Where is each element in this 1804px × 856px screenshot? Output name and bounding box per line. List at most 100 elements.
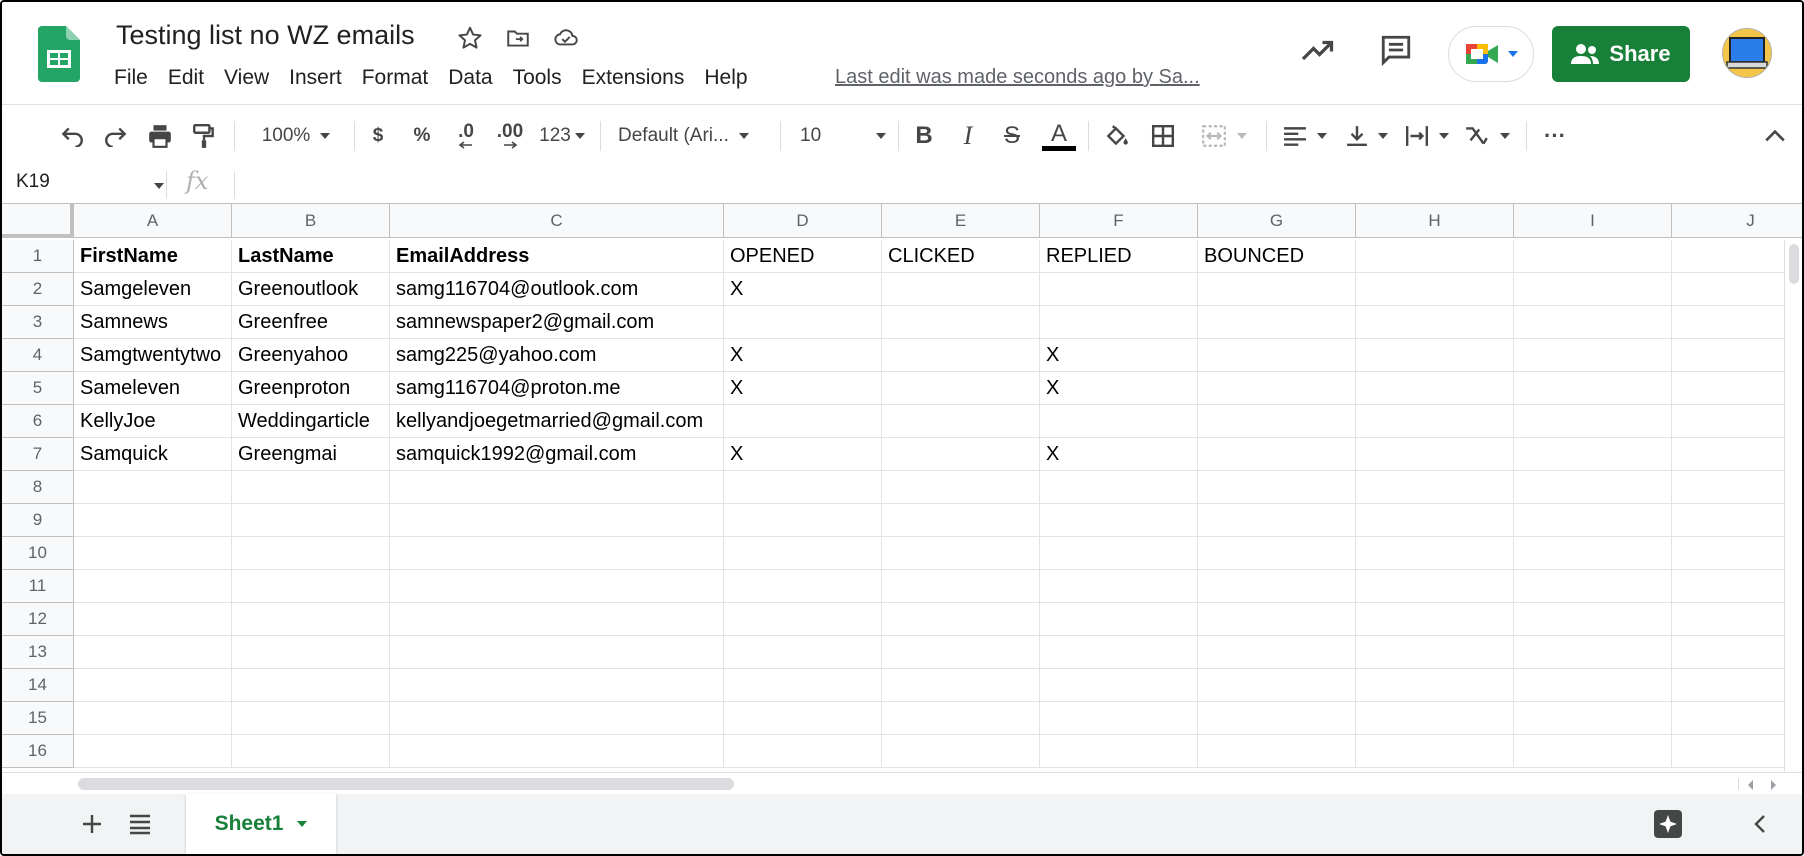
grid-cell[interactable]	[1356, 372, 1514, 405]
grid-cell[interactable]	[1040, 603, 1198, 636]
explore-icon[interactable]	[1652, 808, 1684, 840]
grid-cell[interactable]	[1672, 603, 1802, 636]
grid-cell[interactable]	[882, 306, 1040, 339]
grid-cell[interactable]	[390, 537, 724, 570]
font-family-select[interactable]: Default (Ari...	[618, 117, 768, 155]
grid-cell[interactable]	[1672, 240, 1802, 273]
bold-button[interactable]: B	[908, 117, 940, 155]
borders-icon[interactable]	[1146, 117, 1180, 155]
grid-cell[interactable]	[1198, 306, 1356, 339]
grid-cell[interactable]	[1514, 735, 1672, 768]
menu-file[interactable]: File	[104, 64, 158, 92]
row-header[interactable]: 3	[2, 306, 74, 339]
grid-cell[interactable]	[232, 537, 390, 570]
grid-cell[interactable]	[882, 471, 1040, 504]
grid-cell[interactable]	[1040, 570, 1198, 603]
redo-icon[interactable]	[98, 117, 134, 155]
grid-cell[interactable]	[882, 339, 1040, 372]
grid-cell[interactable]	[74, 537, 232, 570]
grid-cell[interactable]	[74, 471, 232, 504]
grid-cell[interactable]	[232, 471, 390, 504]
grid-cell[interactable]	[882, 669, 1040, 702]
activity-trend-icon[interactable]	[1298, 30, 1338, 70]
column-header[interactable]: C	[390, 204, 724, 238]
column-header[interactable]: A	[74, 204, 232, 238]
row-header[interactable]: 15	[2, 702, 74, 735]
column-header[interactable]: F	[1040, 204, 1198, 238]
grid-cell[interactable]	[1672, 570, 1802, 603]
sheet-tab-sheet1[interactable]: Sheet1	[186, 794, 336, 854]
grid-cell[interactable]: REPLIED	[1040, 240, 1198, 273]
fill-color-icon[interactable]	[1100, 117, 1134, 155]
menu-view[interactable]: View	[214, 64, 279, 92]
grid-cell[interactable]: EmailAddress	[390, 240, 724, 273]
grid-cell[interactable]: Samgtwentytwo	[74, 339, 232, 372]
cloud-saved-icon[interactable]	[550, 22, 582, 54]
grid-cell[interactable]	[232, 669, 390, 702]
grid-cell[interactable]	[1198, 570, 1356, 603]
grid-cell[interactable]	[1514, 603, 1672, 636]
vertical-align-icon[interactable]	[1342, 117, 1392, 155]
row-header[interactable]: 14	[2, 669, 74, 702]
horizontal-scrollbar[interactable]	[2, 772, 1802, 795]
grid-cell[interactable]	[232, 636, 390, 669]
grid-cell[interactable]	[1040, 636, 1198, 669]
grid-cell[interactable]	[1514, 636, 1672, 669]
percent-format-button[interactable]: %	[408, 117, 436, 155]
grid-cell[interactable]	[1040, 306, 1198, 339]
grid-cell[interactable]	[882, 735, 1040, 768]
grid-cell[interactable]	[1514, 339, 1672, 372]
grid-cell[interactable]: kellyandjoegetmarried@gmail.com	[390, 405, 724, 438]
grid-cell[interactable]	[1672, 405, 1802, 438]
move-folder-icon[interactable]	[502, 22, 534, 54]
grid-cell[interactable]	[1040, 537, 1198, 570]
grid-cell[interactable]	[1198, 669, 1356, 702]
grid-cell[interactable]: samquick1992@gmail.com	[390, 438, 724, 471]
spreadsheet-grid[interactable]: A B C D E F G H I J 1 FirstName LastName EmailAddress…	[2, 204, 1802, 772]
grid-cell[interactable]: X	[1040, 372, 1198, 405]
grid-cell[interactable]	[390, 735, 724, 768]
grid-cell[interactable]: samg116704@proton.me	[390, 372, 724, 405]
text-rotation-icon[interactable]	[1462, 117, 1512, 155]
grid-cell[interactable]: X	[724, 339, 882, 372]
grid-cell[interactable]: CLICKED	[882, 240, 1040, 273]
grid-cell[interactable]	[74, 570, 232, 603]
menu-format[interactable]: Format	[352, 64, 439, 92]
grid-cell[interactable]: X	[724, 273, 882, 306]
grid-cell[interactable]	[882, 570, 1040, 603]
grid-cell[interactable]	[1356, 405, 1514, 438]
text-wrapping-icon[interactable]	[1402, 117, 1452, 155]
grid-cell[interactable]	[1198, 735, 1356, 768]
menu-data[interactable]: Data	[438, 64, 502, 92]
row-header[interactable]: 1	[2, 240, 74, 273]
print-icon[interactable]	[142, 117, 178, 155]
grid-cell[interactable]	[1040, 669, 1198, 702]
sheets-logo-icon[interactable]	[38, 26, 80, 82]
grid-cell[interactable]	[724, 570, 882, 603]
grid-cell[interactable]	[882, 603, 1040, 636]
grid-cell[interactable]	[1514, 504, 1672, 537]
share-button[interactable]: Share	[1552, 26, 1690, 82]
grid-cell[interactable]	[1356, 273, 1514, 306]
grid-cell[interactable]	[1672, 339, 1802, 372]
grid-cell[interactable]	[1356, 306, 1514, 339]
grid-cell[interactable]	[1040, 504, 1198, 537]
grid-cell[interactable]: Greenoutlook	[232, 273, 390, 306]
grid-cell[interactable]: X	[724, 438, 882, 471]
grid-cell[interactable]: Samnews	[74, 306, 232, 339]
grid-cell[interactable]	[724, 735, 882, 768]
row-header[interactable]: 6	[2, 405, 74, 438]
grid-cell[interactable]	[1198, 273, 1356, 306]
grid-cell[interactable]	[882, 438, 1040, 471]
row-header[interactable]: 11	[2, 570, 74, 603]
grid-cell[interactable]	[882, 636, 1040, 669]
grid-cell[interactable]	[1514, 570, 1672, 603]
grid-cell[interactable]	[74, 702, 232, 735]
grid-cell[interactable]	[882, 537, 1040, 570]
grid-cell[interactable]	[1514, 669, 1672, 702]
horizontal-align-icon[interactable]	[1280, 117, 1330, 155]
grid-cell[interactable]	[882, 504, 1040, 537]
grid-cell[interactable]	[882, 273, 1040, 306]
grid-cell[interactable]	[1356, 603, 1514, 636]
grid-cell[interactable]	[74, 636, 232, 669]
